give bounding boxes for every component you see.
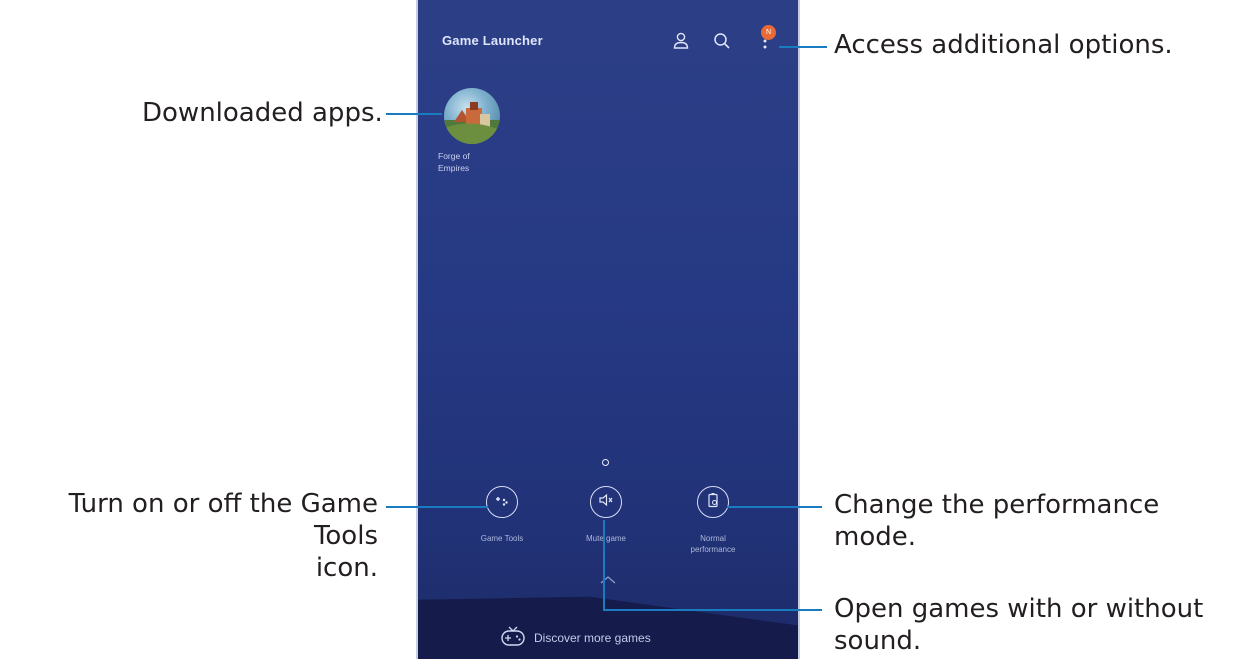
game-tools-button[interactable] [486,486,518,518]
app-label-line1: Forge of [438,151,470,161]
game-launcher-screen: Game Launcher N Forge of Empires Game To… [416,0,800,659]
app-label-line2: Empires [438,163,470,173]
leader-game-tools [386,506,488,508]
leader-downloaded [386,113,442,115]
forge-of-empires-app-icon[interactable] [444,88,500,144]
annotation-mute: Open games with or without sound. [834,593,1203,657]
annotation-mute-line1: Open games with or without [834,594,1204,624]
notification-badge: N [761,25,776,40]
performance-label-line1: Normal [700,534,726,543]
leader-options [779,46,827,48]
profile-icon[interactable] [670,30,692,52]
annotation-mute-line2: sound. [834,626,922,656]
annotation-game-tools: Turn on or off the Game Tools icon. [8,488,378,584]
leader-mute-vertical [603,520,605,611]
mute-game-button[interactable] [590,486,622,518]
annotation-options: Access additional options. [834,30,1173,60]
chevron-up-icon[interactable] [598,572,618,590]
app-title: Game Launcher [442,33,543,48]
page-indicator [602,459,609,466]
search-icon[interactable] [711,30,733,52]
annotation-downloaded: Downloaded apps. [142,98,383,128]
discover-more-games-button[interactable]: Discover more games [500,625,651,650]
performance-label: Normal performance [668,533,758,555]
game-tools-icon [494,492,510,513]
performance-button[interactable] [697,486,729,518]
gamepad-icon [500,625,526,650]
performance-icon [705,492,721,513]
discover-label: Discover more games [534,630,651,645]
leader-performance [727,506,822,508]
leader-mute [603,609,822,611]
annotation-performance: Change the performance mode. [834,490,1160,552]
mute-icon [598,492,614,513]
mute-game-label: Mute game [585,534,627,543]
game-tools-label: Game Tools [480,534,524,543]
app-label: Forge of Empires [438,150,508,174]
annotation-game-tools-line2: icon. [315,553,378,583]
annotation-game-tools-line1: Turn on or off the Game Tools [68,489,378,551]
performance-label-line2: performance [690,545,736,554]
